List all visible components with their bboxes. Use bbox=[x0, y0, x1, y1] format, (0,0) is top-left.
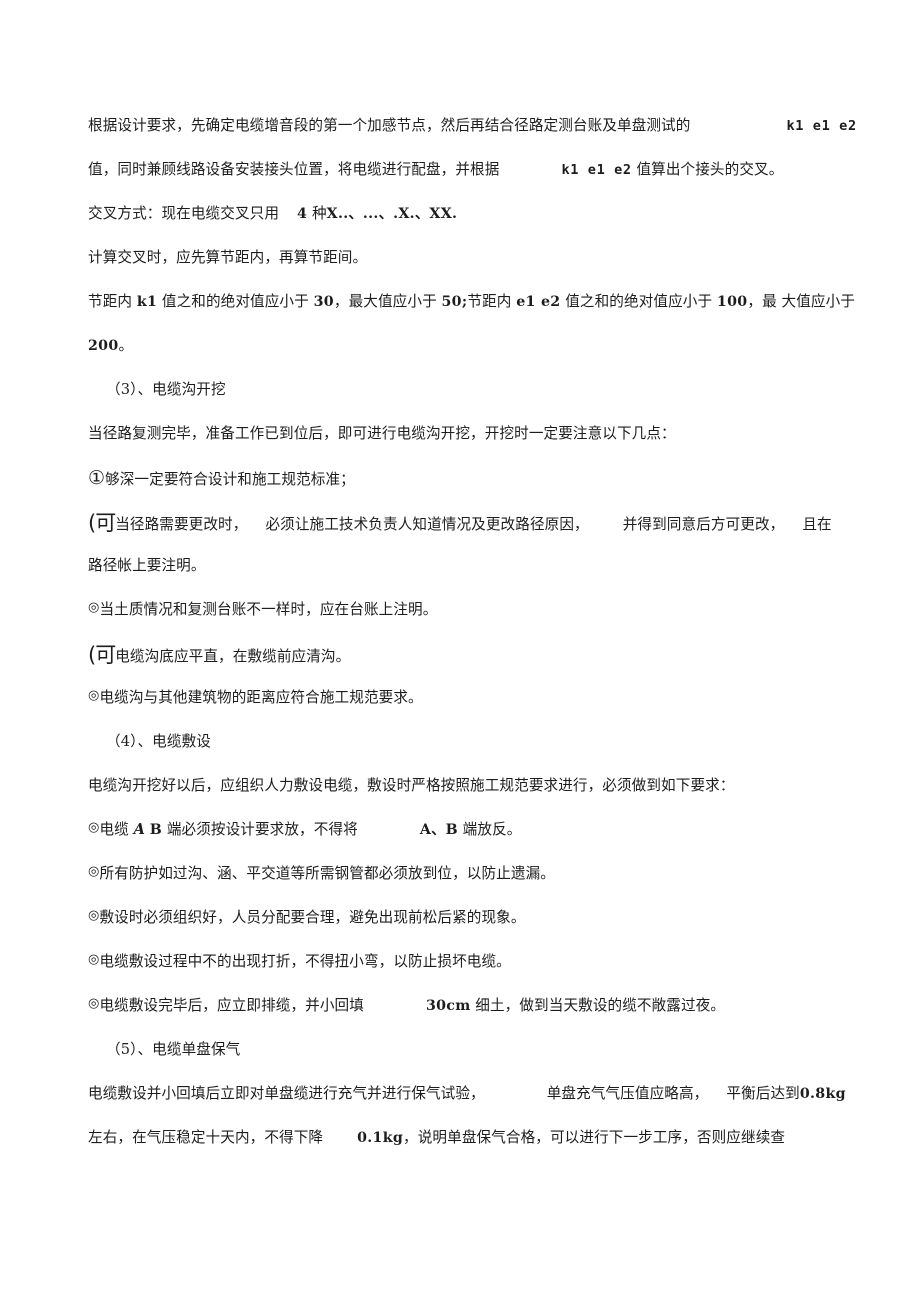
para1-line1: 根据设计要求，先确定电缆增音段的第一个加感节点，然后再结合径路定测台账及单盘测试… bbox=[88, 104, 856, 148]
technical-value: 0.1kg bbox=[357, 1130, 404, 1146]
technical-value: 0.8kg bbox=[799, 1086, 846, 1102]
double-circle-bullet-icon: ◎ bbox=[88, 600, 100, 615]
text-run: ，最 大值应小于 bbox=[747, 293, 856, 310]
bullet-6-ab-ends: ◎电缆 A B 端必须按设计要求放，不得将 A、B 端放反。 bbox=[88, 808, 838, 852]
technical-value: B bbox=[149, 822, 163, 838]
text-run: 值之和的绝对值应小于 bbox=[157, 293, 314, 310]
text-run: 值，同时兼顾线路设备安装接头位置，将电缆进行配盘，并根据 bbox=[88, 161, 500, 178]
text-run: 当径路复测完毕，准备工作已到位后，即可进行电缆沟开挖，开挖时一定要注意以下几点： bbox=[88, 425, 676, 442]
para4-line2: 200。 bbox=[88, 324, 838, 368]
text-run: 敷设时必须组织好，人员分配要合理，避免出现前松后紧的现象。 bbox=[99, 909, 526, 926]
technical-value: A bbox=[133, 821, 146, 838]
bullet-4-trench-bottom: (可电缆沟底应平直，在敷缆前应清沟。 bbox=[88, 632, 838, 676]
circled-number-bullet-icon: ① bbox=[88, 467, 106, 489]
bullet-2-route-change-line1: (可当径路需要更改时， 必须让施工技术负责人知道情况及更改路径原因， 并得到同意后方… bbox=[88, 500, 838, 544]
text-run: ，说明单盘保气合格，可以进行下一步工序，否则应继续查 bbox=[403, 1129, 786, 1146]
technical-value: 200 bbox=[88, 338, 119, 354]
text-run: 根据设计要求，先确定电缆增音段的第一个加感节点，然后再结合径路定测台账及单盘测试… bbox=[88, 117, 691, 134]
text-run: 计算交叉时，应先算节距内，再算节距间。 bbox=[88, 249, 368, 266]
text-run: （4） bbox=[106, 733, 138, 750]
para7-gas-line2: 左右，在气压稳定十天内，不得下降 0.1kg，说明单盘保气合格，可以进行下一步工序… bbox=[88, 1116, 838, 1160]
text-run: 平衡后达到 bbox=[726, 1085, 800, 1102]
bullet-2-route-change-line2: 路径帐上要注明。 bbox=[88, 544, 838, 588]
text-run: ，最大值应小于 bbox=[333, 293, 442, 310]
text-run: 值算出个接头的交叉。 bbox=[631, 161, 784, 178]
para1-line2: 值，同时兼顾线路设备安装接头位置，将电缆进行配盘，并根据 k1 e1 e2 值算出… bbox=[88, 148, 838, 192]
bullet-1-depth: ①够深一定要符合设计和施工规范标准； bbox=[88, 456, 838, 500]
technical-value: 30 bbox=[313, 294, 334, 310]
para6-laying-intro: 电缆沟开挖好以后，应组织人力敷设电缆，敷设时严格按照施工规范要求进行，必须做到如… bbox=[88, 764, 838, 808]
para7-gas-line1: 电缆敷设并小回填后立即对单盘缆进行充气并进行保气试验， 单盘充气气压值应略高， 平衡… bbox=[88, 1072, 845, 1116]
double-circle-bullet-icon: ◎ bbox=[88, 952, 100, 967]
heading-5: （5）、电缆单盘保气 bbox=[88, 1028, 838, 1072]
text-run: 细土，做到当天敷设的缆不敞露过夜。 bbox=[470, 997, 726, 1014]
broken-glyph-bullet-icon: (可 bbox=[88, 511, 116, 535]
text-run: 、电缆沟开挖 bbox=[137, 381, 226, 398]
text-run: 左右，在气压稳定十天内，不得下降 bbox=[88, 1129, 324, 1146]
text-run: 电缆沟开挖好以后，应组织人力敷设电缆，敷设时严格按照施工规范要求进行，必须做到如… bbox=[88, 777, 735, 794]
bullet-3-soil: ◎当土质情况和复测台账不一样时，应在台账上注明。 bbox=[88, 588, 838, 632]
technical-value: 100 bbox=[716, 294, 748, 310]
text-run: 、电缆单盘保气 bbox=[137, 1041, 241, 1058]
text-run: 且在 bbox=[802, 516, 832, 533]
bullet-8-organization: ◎敷设时必须组织好，人员分配要合理，避免出现前松后紧的现象。 bbox=[88, 896, 838, 940]
text-run: 电缆 bbox=[99, 821, 134, 838]
text-run: 电缆沟底应平直，在敷缆前应清沟。 bbox=[115, 648, 351, 665]
text-run: （3） bbox=[106, 381, 138, 398]
bullet-5-distance: ◎电缆沟与其他建筑物的距离应符合施工规范要求。 bbox=[88, 676, 838, 720]
technical-value: X..、...、.X.、XX. bbox=[326, 206, 458, 222]
text-run: 。 bbox=[118, 337, 134, 354]
double-circle-bullet-icon: ◎ bbox=[88, 820, 100, 835]
technical-value: e1 e2 bbox=[516, 294, 561, 310]
heading-3: （3）、电缆沟开挖 bbox=[88, 368, 838, 412]
bullet-9-no-kinks: ◎电缆敷设过程中不的出现打折，不得扭小弯，以防止损坏电缆。 bbox=[88, 940, 838, 984]
bullet-10-backfill: ◎电缆敷设完毕后，应立即排缆，并小回填 30cm 细土，做到当天敷设的缆不敞露过夜… bbox=[88, 984, 838, 1028]
text-run: 所有防护如过沟、涵、平交道等所需钢管都必须放到位，以防止遗漏。 bbox=[99, 865, 555, 882]
text-run: 电缆敷设并小回填后立即对单盘缆进行充气并进行保气试验， bbox=[88, 1085, 485, 1102]
text-run: 节距内 bbox=[467, 293, 517, 310]
technical-value: k1 bbox=[136, 294, 158, 310]
para2-crossing-method: 交叉方式：现在电缆交叉只用 4 种X..、...、.X.、XX. bbox=[88, 192, 838, 236]
text-run: 节距内 bbox=[88, 293, 137, 310]
double-circle-bullet-icon: ◎ bbox=[88, 864, 100, 879]
text-run: 端放反。 bbox=[457, 821, 522, 838]
text-run: （5） bbox=[106, 1041, 138, 1058]
text-run: 必须让施工技术负责人知道情况及更改路径原因， bbox=[265, 516, 589, 533]
text-run: 电缆沟与其他建筑物的距离应符合施工规范要求。 bbox=[99, 689, 423, 706]
bullet-7-protection: ◎所有防护如过沟、涵、平交道等所需钢管都必须放到位，以防止遗漏。 bbox=[88, 852, 838, 896]
para4-line1: 节距内 k1 值之和的绝对值应小于 30，最大值应小于 50;节距内 e1 e2… bbox=[88, 280, 855, 324]
double-circle-bullet-icon: ◎ bbox=[88, 996, 100, 1011]
text-run: 并得到同意后方可更改， bbox=[622, 516, 785, 533]
text-run: 路径帐上要注明。 bbox=[88, 557, 206, 574]
text-run: 当土质情况和复测台账不一样时，应在台账上注明。 bbox=[99, 601, 438, 618]
double-circle-bullet-icon: ◎ bbox=[88, 908, 100, 923]
technical-value: 30cm bbox=[425, 998, 471, 1014]
document-page: 根据设计要求，先确定电缆增音段的第一个加感节点，然后再结合径路定测台账及单盘测试… bbox=[0, 0, 920, 1303]
text-run: 种 bbox=[307, 205, 327, 222]
text-run: 当径路需要更改时， bbox=[115, 516, 248, 533]
technical-value: k1 e1 e2 bbox=[561, 162, 632, 178]
broken-glyph-bullet-icon: (可 bbox=[88, 643, 116, 667]
document-body: 根据设计要求，先确定电缆增音段的第一个加感节点，然后再结合径路定测台账及单盘测试… bbox=[88, 104, 856, 1160]
para5-trench-intro: 当径路复测完毕，准备工作已到位后，即可进行电缆沟开挖，开挖时一定要注意以下几点： bbox=[88, 412, 838, 456]
technical-value: 50; bbox=[441, 294, 468, 310]
heading-4: （4）、电缆敷设 bbox=[88, 720, 838, 764]
text-run: 端必须按设计要求放，不得将 bbox=[162, 821, 358, 838]
para3-calc-order: 计算交叉时，应先算节距内，再算节距间。 bbox=[88, 236, 838, 280]
double-circle-bullet-icon: ◎ bbox=[88, 688, 100, 703]
technical-value: 4 bbox=[297, 206, 308, 222]
text-run: 交叉方式：现在电缆交叉只用 bbox=[88, 205, 280, 222]
technical-value: A、B bbox=[419, 822, 458, 838]
text-run: 单盘充气气压值应略高， bbox=[546, 1085, 709, 1102]
text-run: 够深一定要符合设计和施工规范标准； bbox=[105, 471, 355, 488]
text-run: 值之和的绝对值应小于 bbox=[560, 293, 717, 310]
text-run: 电缆敷设过程中不的出现打折，不得扭小弯，以防止损坏电缆。 bbox=[99, 953, 511, 970]
text-run: 电缆敷设完毕后，应立即排缆，并小回填 bbox=[99, 997, 364, 1014]
technical-value: k1 e1 e2 bbox=[786, 118, 857, 134]
text-run: 、电缆敷设 bbox=[137, 733, 211, 750]
